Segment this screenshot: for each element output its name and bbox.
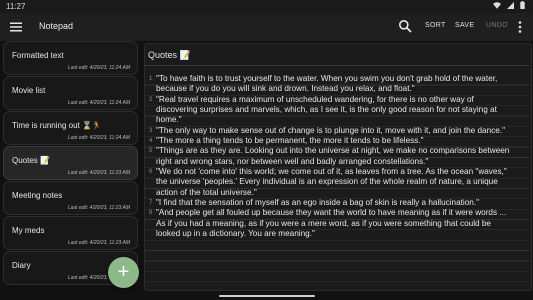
hamburger-menu-icon[interactable] — [9, 20, 23, 34]
line-text: "I find that the sensation of myself as … — [156, 198, 480, 208]
line-text: the universe 'peoples.' Every individual… — [156, 177, 498, 187]
note-last-edit: Last edit: 4/20/23, 11:24 AM — [68, 65, 130, 71]
status-time: 11:27 — [6, 2, 26, 11]
line-text: "We do not 'come into' this world; we co… — [156, 167, 507, 177]
battery-icon — [520, 1, 525, 9]
line-text: "And people get all fouled up because th… — [156, 208, 507, 218]
status-bar: 11:27 — [0, 0, 533, 13]
note-text-line: As if you had a meaning, as if you were … — [149, 219, 527, 229]
note-text-line: the universe 'peoples.' Every individual… — [149, 177, 527, 187]
note-last-edit: Last edit: 4/20/23, 11:24 AM — [68, 135, 130, 141]
line-number: 6 — [149, 169, 153, 176]
note-text-line: looked up in a dictionary. You are meani… — [149, 229, 527, 239]
note-text-line: 7 "I find that the sensation of myself as… — [149, 198, 527, 208]
note-body-text[interactable]: 1 "To have faith is to trust yourself to … — [149, 74, 527, 240]
note-title: Meeting notes — [12, 191, 63, 200]
line-text: home." — [156, 115, 182, 125]
note-title: Movie list — [12, 86, 46, 95]
note-card-quotes[interactable]: Quotes 📝 Last edit: 4/20/23, 11:23 AM — [3, 146, 138, 180]
note-title: Time is running out ⌛🏃 — [12, 121, 102, 130]
line-number: 2 — [149, 96, 153, 103]
note-text-line: 5 "Things are as they are. Looking out in… — [149, 146, 527, 156]
app-bar: Notepad SORT SAVE UNDO — [0, 13, 533, 41]
note-last-edit: Last edit: 4/20/23, 11:24 AM — [68, 100, 130, 106]
note-card-meeting-notes[interactable]: Meeting notes Last edit: 4/20/23, 11:23 … — [3, 181, 138, 215]
note-text-line: 3 "The only way to make sense out of chan… — [149, 126, 527, 136]
note-text-line: because if you do you will sink and drow… — [149, 84, 527, 94]
line-number: 3 — [149, 127, 153, 134]
note-text-line: 2 "Real travel requires a maximum of unsc… — [149, 95, 527, 105]
line-text: As if you had a meaning, as if you were … — [156, 218, 491, 228]
line-text: "The more a thing tends to be permanent,… — [156, 136, 424, 146]
line-number: 5 — [149, 148, 153, 155]
note-text-line: right and wrong stars, nor between well … — [149, 157, 527, 167]
app-title: Notepad — [39, 21, 74, 31]
line-number: 1 — [149, 76, 153, 82]
more-vert-icon[interactable] — [517, 20, 523, 34]
line-number: 7 — [149, 200, 153, 207]
line-text: "The only way to make sense out of chang… — [156, 125, 505, 135]
add-icon: + — [117, 261, 130, 283]
line-text: looked up in a dictionary. You are meani… — [156, 229, 315, 239]
note-title-field[interactable]: Quotes 📝 — [148, 50, 526, 63]
note-text-line: home." — [149, 115, 527, 125]
note-title: Diary — [12, 261, 31, 270]
save-button[interactable]: SAVE — [455, 22, 474, 29]
note-title: My meds — [12, 226, 45, 235]
sort-button[interactable]: SORT — [425, 22, 446, 29]
search-icon[interactable] — [398, 19, 412, 33]
add-note-button[interactable]: + — [108, 257, 139, 288]
signal-icon — [507, 1, 514, 9]
note-title: Quotes 📝 — [12, 156, 50, 165]
undo-button[interactable]: UNDO — [486, 22, 508, 29]
note-text-line: 8 "And people get all fouled up because t… — [149, 208, 527, 218]
line-number: 4 — [149, 138, 153, 145]
note-last-edit: Last edit: 4/20/23, 11:23 AM — [68, 205, 130, 211]
note-text-line: 4 "The more a thing tends to be permanent… — [149, 136, 527, 146]
note-card-my-meds[interactable]: My meds Last edit: 4/20/23, 11:23 AM — [3, 216, 138, 250]
line-text: discovering surprises and marvels, which… — [156, 105, 497, 115]
line-text: "Things are as they are. Looking out int… — [156, 146, 510, 156]
note-last-edit: Last edit: 4/20/23, 11:23 AM — [68, 170, 130, 176]
note-editor: Quotes 📝 1 "To have faith is to trust you… — [144, 43, 532, 291]
line-text: right and wrong stars, nor between well … — [156, 156, 429, 166]
note-title: Formatted text — [12, 51, 64, 60]
title-divider — [145, 65, 529, 66]
note-card-movie-list[interactable]: Movie list Last edit: 4/20/23, 11:24 AM — [3, 76, 138, 110]
note-text-line: action of the total universe." — [149, 188, 527, 198]
note-text-line: 6 "We do not 'come into' this world; we c… — [149, 167, 527, 177]
line-number: 8 — [149, 210, 153, 217]
note-card-time-is-running-out[interactable]: Time is running out ⌛🏃 Last edit: 4/20/2… — [3, 111, 138, 145]
wifi-icon — [493, 1, 501, 9]
line-text: because if you do you will sink and drow… — [156, 84, 415, 94]
note-text-line: discovering surprises and marvels, which… — [149, 105, 527, 115]
note-last-edit: Last edit: 4/20/23, 11:23 AM — [68, 240, 130, 246]
note-text-line: 1 "To have faith is to trust yourself to … — [149, 74, 527, 84]
line-text: "To have faith is to trust yourself to t… — [156, 74, 498, 83]
gesture-nav-handle[interactable] — [219, 295, 315, 297]
line-text: "Real travel requires a maximum of unsch… — [156, 94, 474, 104]
note-card-formatted-text[interactable]: Formatted text Last edit: 4/20/23, 11:24… — [3, 41, 138, 75]
line-text: action of the total universe." — [156, 187, 257, 197]
